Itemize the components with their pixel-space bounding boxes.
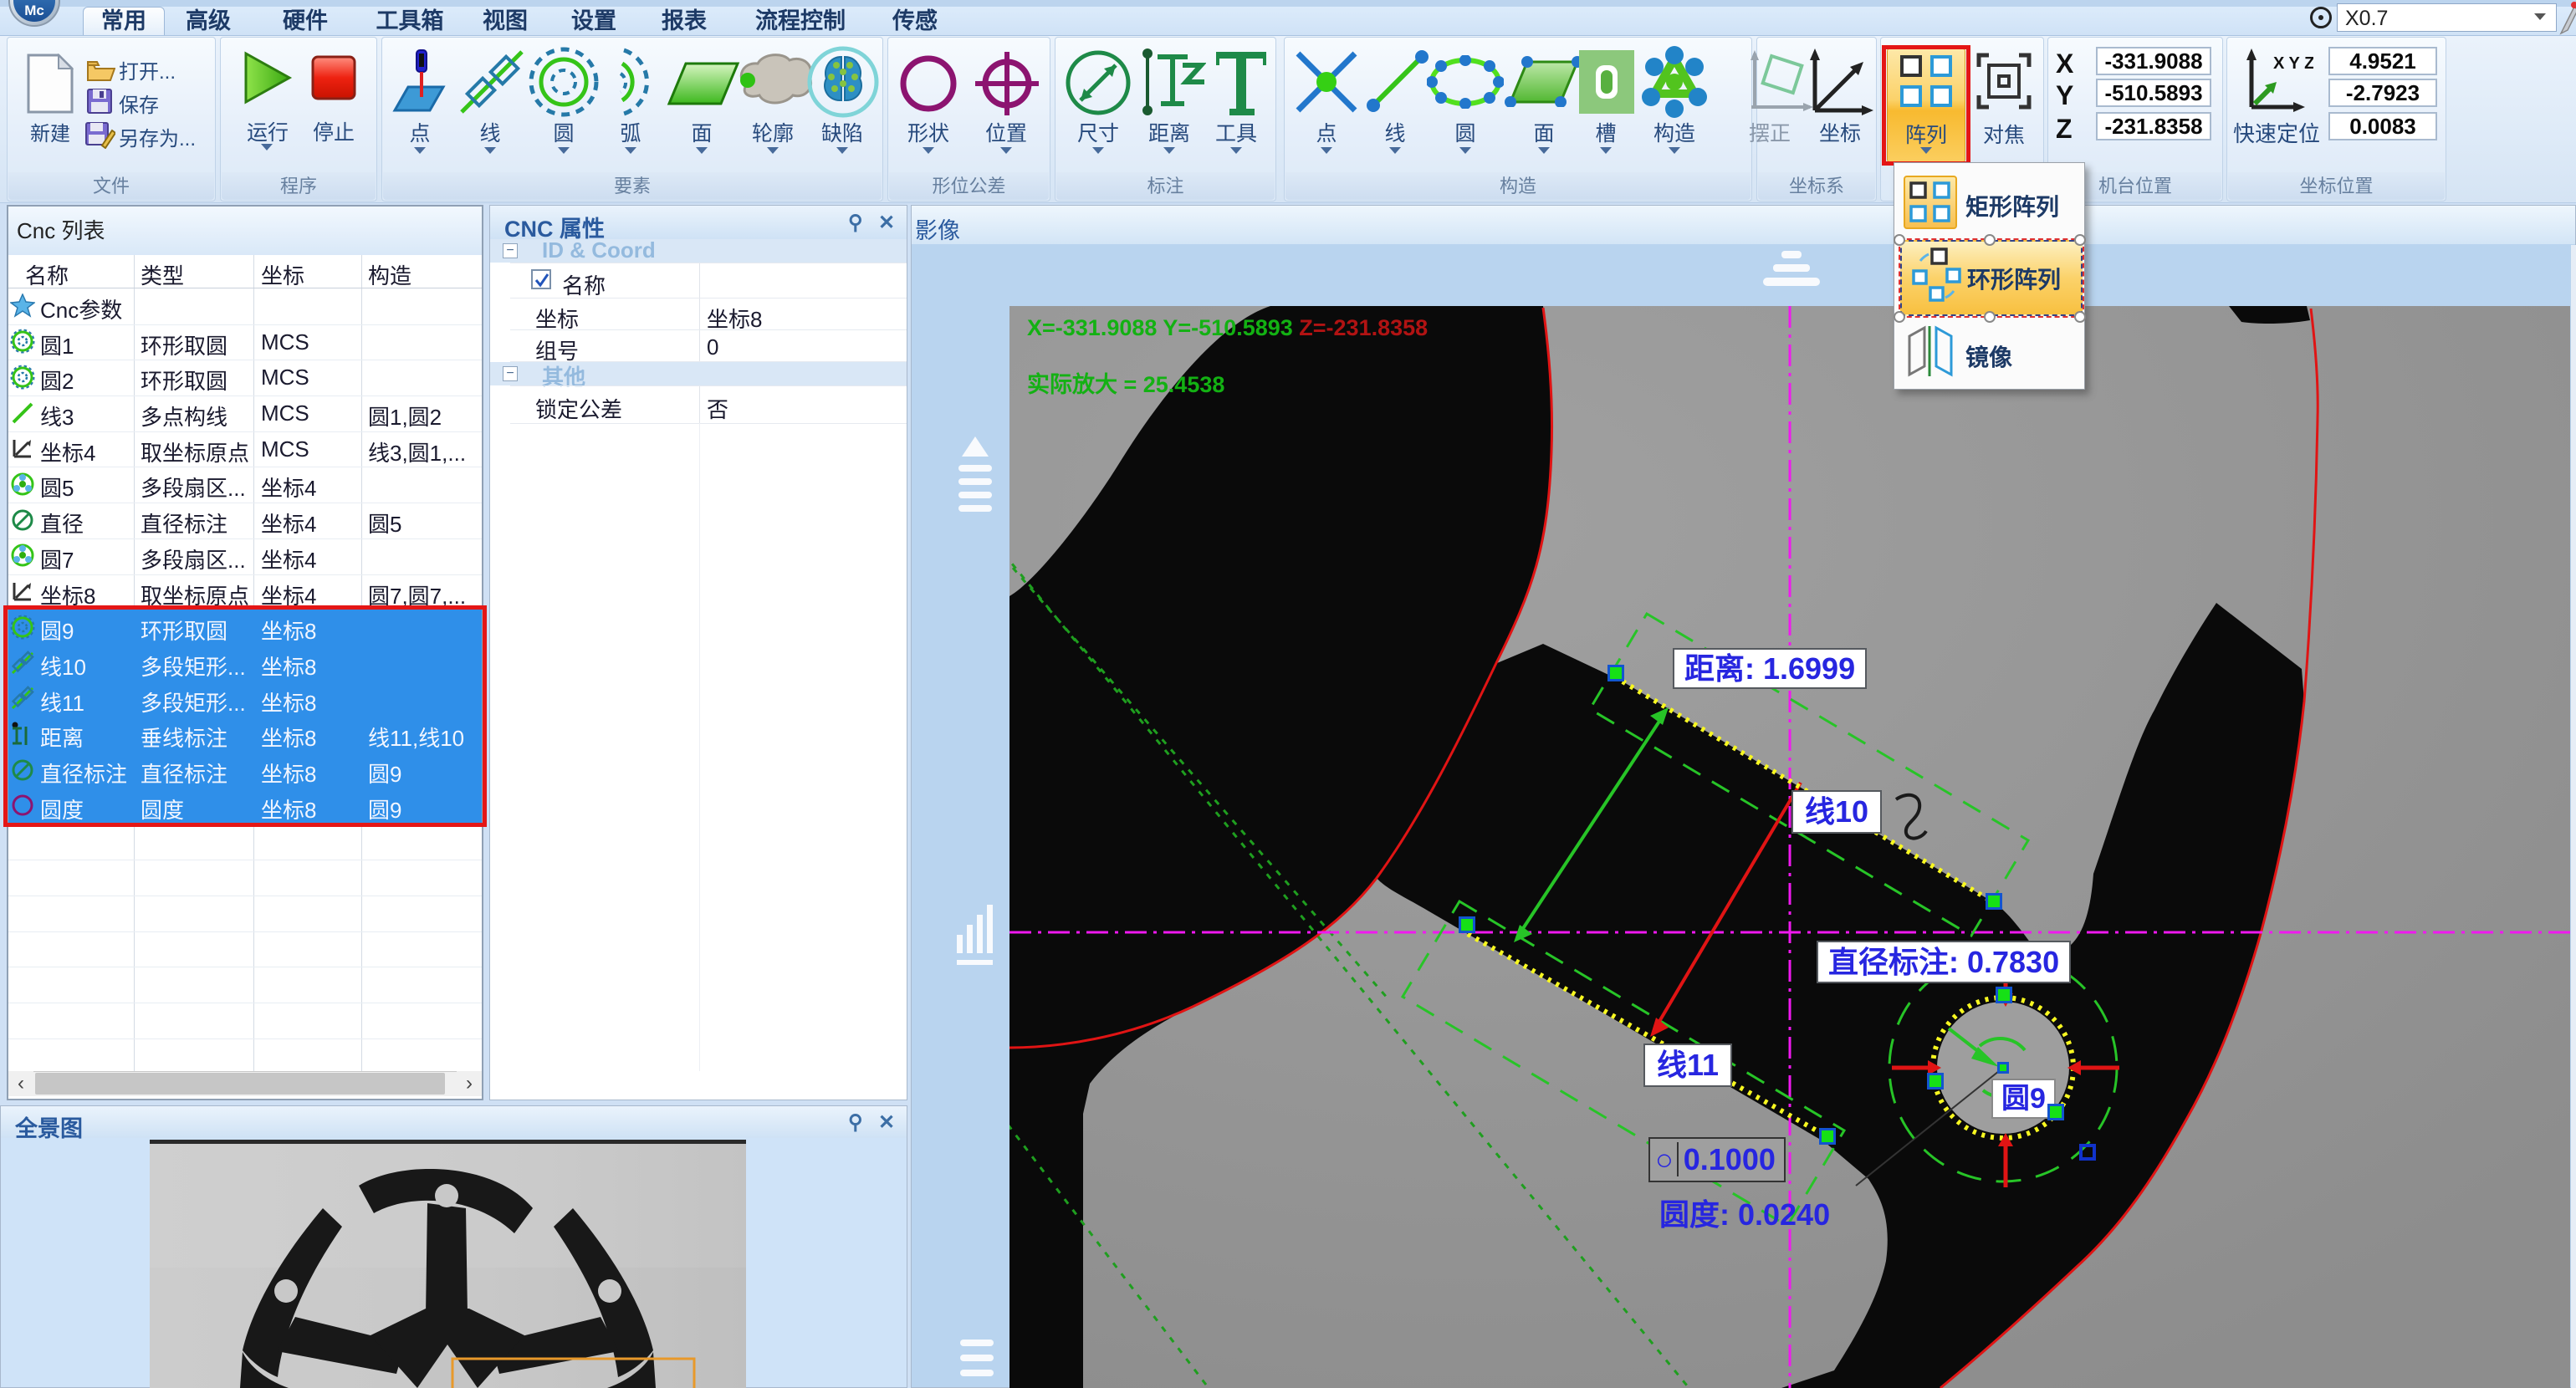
svg-text:X Y Z: X Y Z [2273,54,2313,73]
